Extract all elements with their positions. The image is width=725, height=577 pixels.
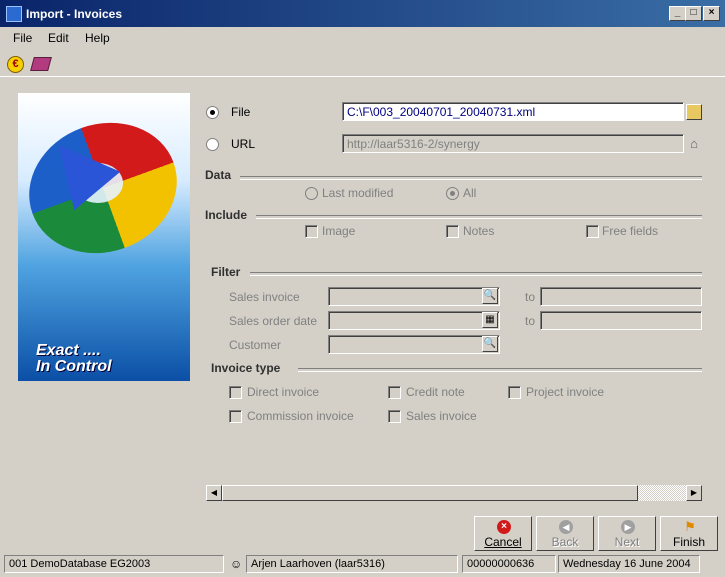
sales-order-date-to-label: to: [525, 314, 536, 328]
splash-slogan: Exact .... In Control: [36, 343, 112, 375]
scroll-left-icon[interactable]: ◀: [206, 485, 222, 501]
back-arrow-icon: ◀: [559, 520, 573, 534]
sales-invoice-checkbox[interactable]: [388, 410, 401, 423]
splash-line1: Exact ....: [36, 342, 101, 359]
customer-search-icon[interactable]: 🔍: [482, 336, 498, 352]
status-user: Arjen Laarhoven (laar5316): [246, 555, 458, 573]
url-label: URL: [231, 137, 256, 151]
sales-order-date-from-input[interactable]: [328, 311, 500, 330]
file-label: File: [231, 105, 251, 119]
data-section-title: Data: [205, 168, 232, 182]
image-label: Image: [322, 224, 356, 238]
direct-invoice-label: Direct invoice: [247, 385, 320, 399]
filter-section-title: Filter: [211, 265, 241, 279]
data-separator: [240, 176, 702, 180]
sales-order-date-to-input[interactable]: [540, 311, 702, 330]
sales-order-date-label: Sales order date: [229, 314, 318, 328]
cancel-label: Cancel: [484, 535, 522, 549]
toolbar: €: [0, 52, 725, 77]
next-label: Next: [614, 535, 640, 549]
next-button[interactable]: ▶ Next: [598, 516, 656, 551]
menu-help[interactable]: Help: [85, 31, 110, 45]
menu-edit[interactable]: Edit: [48, 31, 69, 45]
filter-separator: [250, 272, 702, 276]
status-bar: 001 DemoDatabase EG2003 ☺ Arjen Laarhove…: [0, 553, 725, 577]
invoice-type-separator: [298, 368, 702, 372]
status-date: Wednesday 16 June 2004: [558, 555, 700, 573]
window-title: Import - Invoices: [26, 7, 123, 21]
credit-note-label: Credit note: [406, 385, 465, 399]
horizontal-scrollbar[interactable]: ◀ ▶: [206, 485, 702, 501]
include-separator: [256, 215, 702, 219]
last-modified-label: Last modified: [322, 186, 394, 200]
notes-label: Notes: [463, 224, 495, 238]
splash-line2: In Control: [36, 358, 112, 375]
euro-icon[interactable]: €: [7, 56, 24, 73]
free-fields-label: Free fields: [602, 224, 659, 238]
sales-invoice-from-input[interactable]: [328, 287, 500, 306]
finish-button[interactable]: ⚑ Finish: [660, 516, 718, 551]
scroll-thumb[interactable]: [222, 485, 638, 501]
credit-note-checkbox[interactable]: [388, 386, 401, 399]
cancel-button[interactable]: × Cancel: [474, 516, 532, 551]
last-modified-radio[interactable]: [305, 187, 318, 200]
finish-flag-icon: ⚑: [684, 519, 696, 534]
app-icon: [6, 6, 22, 22]
all-label: All: [463, 186, 477, 200]
status-number: 00000000636: [462, 555, 556, 573]
title-bar: Import - Invoices _ □ ×: [0, 0, 725, 27]
free-fields-checkbox[interactable]: [586, 225, 599, 238]
project-invoice-label: Project invoice: [526, 385, 605, 399]
splash-image: Exact .... In Control: [18, 93, 190, 381]
calendar-icon[interactable]: ▦: [482, 312, 498, 328]
url-input[interactable]: http://laar5316-2/synergy: [342, 134, 684, 153]
sales-invoice-label: Sales invoice: [229, 290, 300, 304]
sales-invoice-type-label: Sales invoice: [406, 409, 477, 423]
next-arrow-icon: ▶: [621, 520, 635, 534]
scroll-right-icon[interactable]: ▶: [686, 485, 702, 501]
finish-label: Finish: [672, 535, 705, 549]
customer-label: Customer: [229, 338, 282, 352]
maximize-button[interactable]: □: [685, 6, 702, 21]
menu-bar: File Edit Help: [0, 28, 725, 48]
all-radio[interactable]: [446, 187, 459, 200]
url-radio[interactable]: [206, 138, 219, 151]
include-section-title: Include: [205, 208, 248, 222]
file-path-input[interactable]: C:\F\003_20040701_20040731.xml: [342, 102, 684, 121]
commission-invoice-checkbox[interactable]: [229, 410, 242, 423]
back-button[interactable]: ◀ Back: [536, 516, 594, 551]
file-radio[interactable]: [206, 106, 219, 119]
folder-icon[interactable]: [686, 104, 702, 120]
close-button[interactable]: ×: [703, 6, 720, 21]
project-invoice-checkbox[interactable]: [508, 386, 521, 399]
home-icon[interactable]: ⌂: [686, 136, 702, 152]
image-checkbox[interactable]: [305, 225, 318, 238]
commission-invoice-label: Commission invoice: [247, 409, 354, 423]
sales-invoice-to-input[interactable]: [540, 287, 702, 306]
customer-input[interactable]: [328, 335, 500, 354]
user-icon: ☺: [230, 557, 243, 571]
cancel-icon: ×: [497, 520, 511, 534]
minimize-button[interactable]: _: [669, 6, 686, 21]
status-database: 001 DemoDatabase EG2003: [4, 555, 224, 573]
invoice-type-section-title: Invoice type: [211, 361, 281, 375]
back-label: Back: [551, 535, 579, 549]
menu-file[interactable]: File: [13, 31, 32, 45]
book-icon[interactable]: [30, 57, 52, 71]
direct-invoice-checkbox[interactable]: [229, 386, 242, 399]
search-icon[interactable]: 🔍: [482, 288, 498, 304]
sales-invoice-to-label: to: [525, 290, 536, 304]
notes-checkbox[interactable]: [446, 225, 459, 238]
